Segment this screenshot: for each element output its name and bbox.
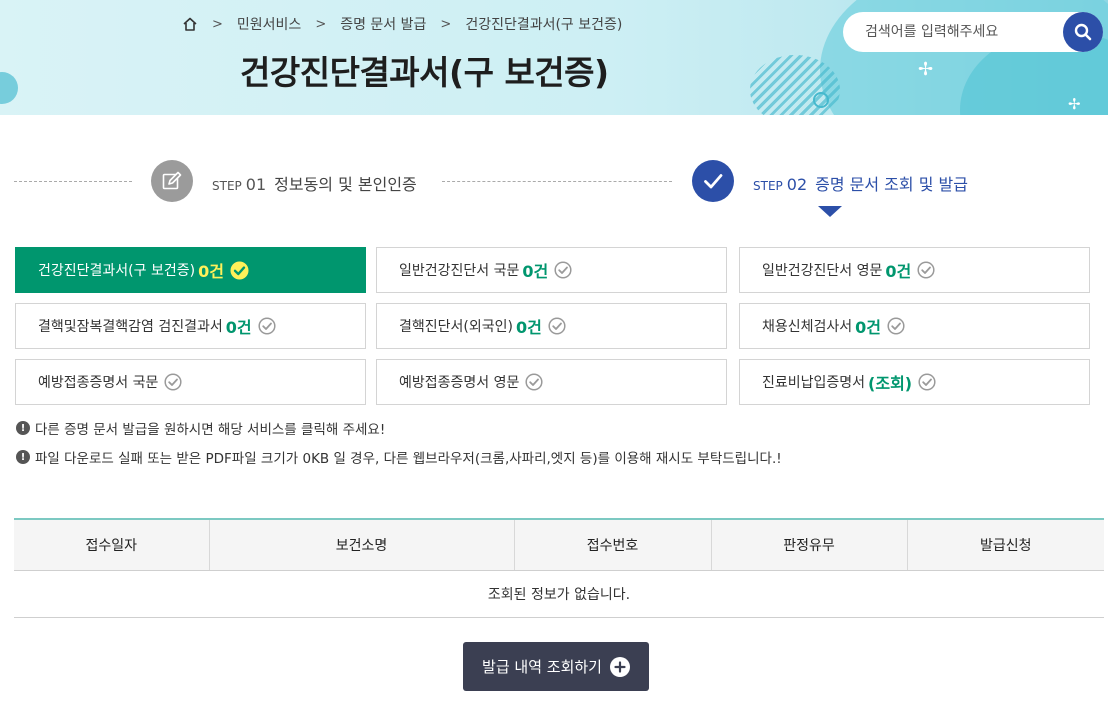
issue-history-label: 발급 내역 조회하기 (482, 658, 602, 676)
check-circle-icon (525, 373, 543, 391)
service-item[interactable]: 결핵진단서(외국인) 0건 (376, 303, 727, 349)
check-circle-icon (887, 317, 905, 335)
notice-text: 다른 증명 문서 발급을 원하시면 해당 서비스를 클릭해 주세요! (35, 422, 386, 438)
step-tag: STEP (753, 179, 783, 193)
column-header: 보건소명 (208, 518, 514, 571)
table-row: 조회된 정보가 없습니다. (14, 570, 1104, 618)
breadcrumb-item[interactable]: 민원서비스 (237, 14, 301, 34)
check-circle-icon (258, 317, 276, 335)
service-count: 0건 (855, 318, 882, 337)
step-2-label: STEP 02 증명 문서 조회 및 발급 (753, 171, 968, 195)
service-label: 예방접종증명서 국문 (38, 375, 159, 391)
service-item[interactable]: 채용신체검사서 0건 (739, 303, 1090, 349)
service-label: 일반건강진단서 국문 (399, 263, 520, 279)
check-icon (704, 174, 723, 189)
service-item[interactable]: 예방접종증명서 영문 (376, 359, 727, 405)
column-header: 접수일자 (14, 518, 209, 571)
service-count: 0건 (225, 318, 252, 337)
step-2-badge (692, 160, 734, 202)
exclamation-icon: ! (16, 450, 30, 464)
column-header: 판정유무 (710, 518, 907, 571)
service-count: 0건 (198, 262, 224, 281)
service-count: 0건 (885, 262, 912, 281)
breadcrumb-item[interactable]: 건강진단결과서(구 보건증) (465, 14, 622, 34)
service-item[interactable]: 일반건강진단서 국문 0건 (376, 247, 727, 293)
check-circle-icon (554, 261, 572, 279)
current-step-arrow-icon (818, 206, 842, 217)
service-item[interactable]: 진료비납입증명서 (조회) (739, 359, 1090, 405)
page-title: 건강진단결과서(구 보건증) (240, 53, 609, 92)
check-circle-icon (917, 261, 935, 279)
search-box (843, 12, 1103, 52)
check-circle-icon (918, 373, 936, 391)
service-item[interactable]: 건강진단결과서(구 보건증) 0건 (15, 247, 366, 293)
service-label: 결핵진단서(외국인) (399, 319, 513, 335)
step-1-badge (151, 160, 193, 202)
chevron-right-icon: > (315, 16, 327, 32)
service-item[interactable]: 예방접종증명서 국문 (15, 359, 366, 405)
results-table: 접수일자 보건소명 접수번호 판정유무 발급신청 조회된 정보가 없습니다. (14, 518, 1104, 618)
column-header: 발급신청 (906, 518, 1104, 571)
empty-message: 조회된 정보가 없습니다. (14, 570, 1104, 618)
plus-circle-icon (609, 656, 630, 677)
sparkle-icon: ✢ (1068, 95, 1081, 113)
home-icon[interactable] (182, 16, 198, 32)
notice-line: ! 다른 증명 문서 발급을 원하시면 해당 서비스를 클릭해 주세요! (16, 418, 385, 438)
sparkle-icon: ✢ (918, 59, 934, 80)
search-icon (1074, 23, 1092, 41)
issue-history-button[interactable]: 발급 내역 조회하기 (463, 642, 649, 691)
step-divider (442, 181, 672, 182)
notice-text: 파일 다운로드 실패 또는 받은 PDF파일 크기가 0KB 일 경우, 다른 … (35, 451, 782, 467)
service-label: 일반건강진단서 영문 (762, 263, 883, 279)
table-header-row: 접수일자 보건소명 접수번호 판정유무 발급신청 (14, 518, 1104, 571)
column-header: 접수번호 (513, 518, 711, 571)
step-tag: STEP (212, 179, 242, 193)
check-circle-icon (164, 373, 182, 391)
exclamation-icon: ! (16, 421, 30, 435)
search-button[interactable] (1063, 12, 1103, 52)
step-number: 02 (786, 175, 808, 194)
breadcrumb-item[interactable]: 증명 문서 발급 (340, 14, 426, 34)
service-item[interactable]: 결핵및잠복결핵감염 검진결과서 0건 (15, 303, 366, 349)
pencil-icon (162, 171, 182, 190)
service-count: (조회) (868, 374, 913, 393)
service-label: 진료비납입증명서 (762, 375, 866, 391)
header-banner: ✢ ✢ > 민원서비스 > 증명 문서 발급 > 건강진단결과서(구 보건증) … (0, 0, 1108, 115)
service-label: 건강진단결과서(구 보건증) (38, 263, 196, 279)
step-number: 01 (245, 175, 267, 194)
chevron-right-icon: > (440, 16, 452, 32)
banner-decoration (0, 72, 18, 104)
search-input[interactable] (865, 24, 1065, 40)
chevron-right-icon: > (212, 16, 223, 32)
service-label: 예방접종증명서 영문 (399, 375, 520, 391)
service-label: 채용신체검사서 (762, 319, 853, 335)
step-title: 증명 문서 조회 및 발급 (815, 175, 968, 194)
check-circle-icon (548, 317, 566, 335)
service-item[interactable]: 일반건강진단서 영문 0건 (739, 247, 1090, 293)
service-label: 결핵및잠복결핵감염 검진결과서 (38, 319, 223, 335)
check-circle-icon (230, 261, 249, 280)
service-count: 0건 (522, 262, 549, 281)
notice-line: ! 파일 다운로드 실패 또는 받은 PDF파일 크기가 0KB 일 경우, 다… (16, 447, 782, 467)
service-count: 0건 (515, 318, 542, 337)
breadcrumb: > 민원서비스 > 증명 문서 발급 > 건강진단결과서(구 보건증) (182, 14, 622, 34)
step-1-label: STEP 01 정보동의 및 본인인증 (212, 171, 417, 195)
banner-decoration (813, 92, 829, 108)
step-divider (14, 181, 132, 182)
step-title: 정보동의 및 본인인증 (274, 175, 417, 194)
